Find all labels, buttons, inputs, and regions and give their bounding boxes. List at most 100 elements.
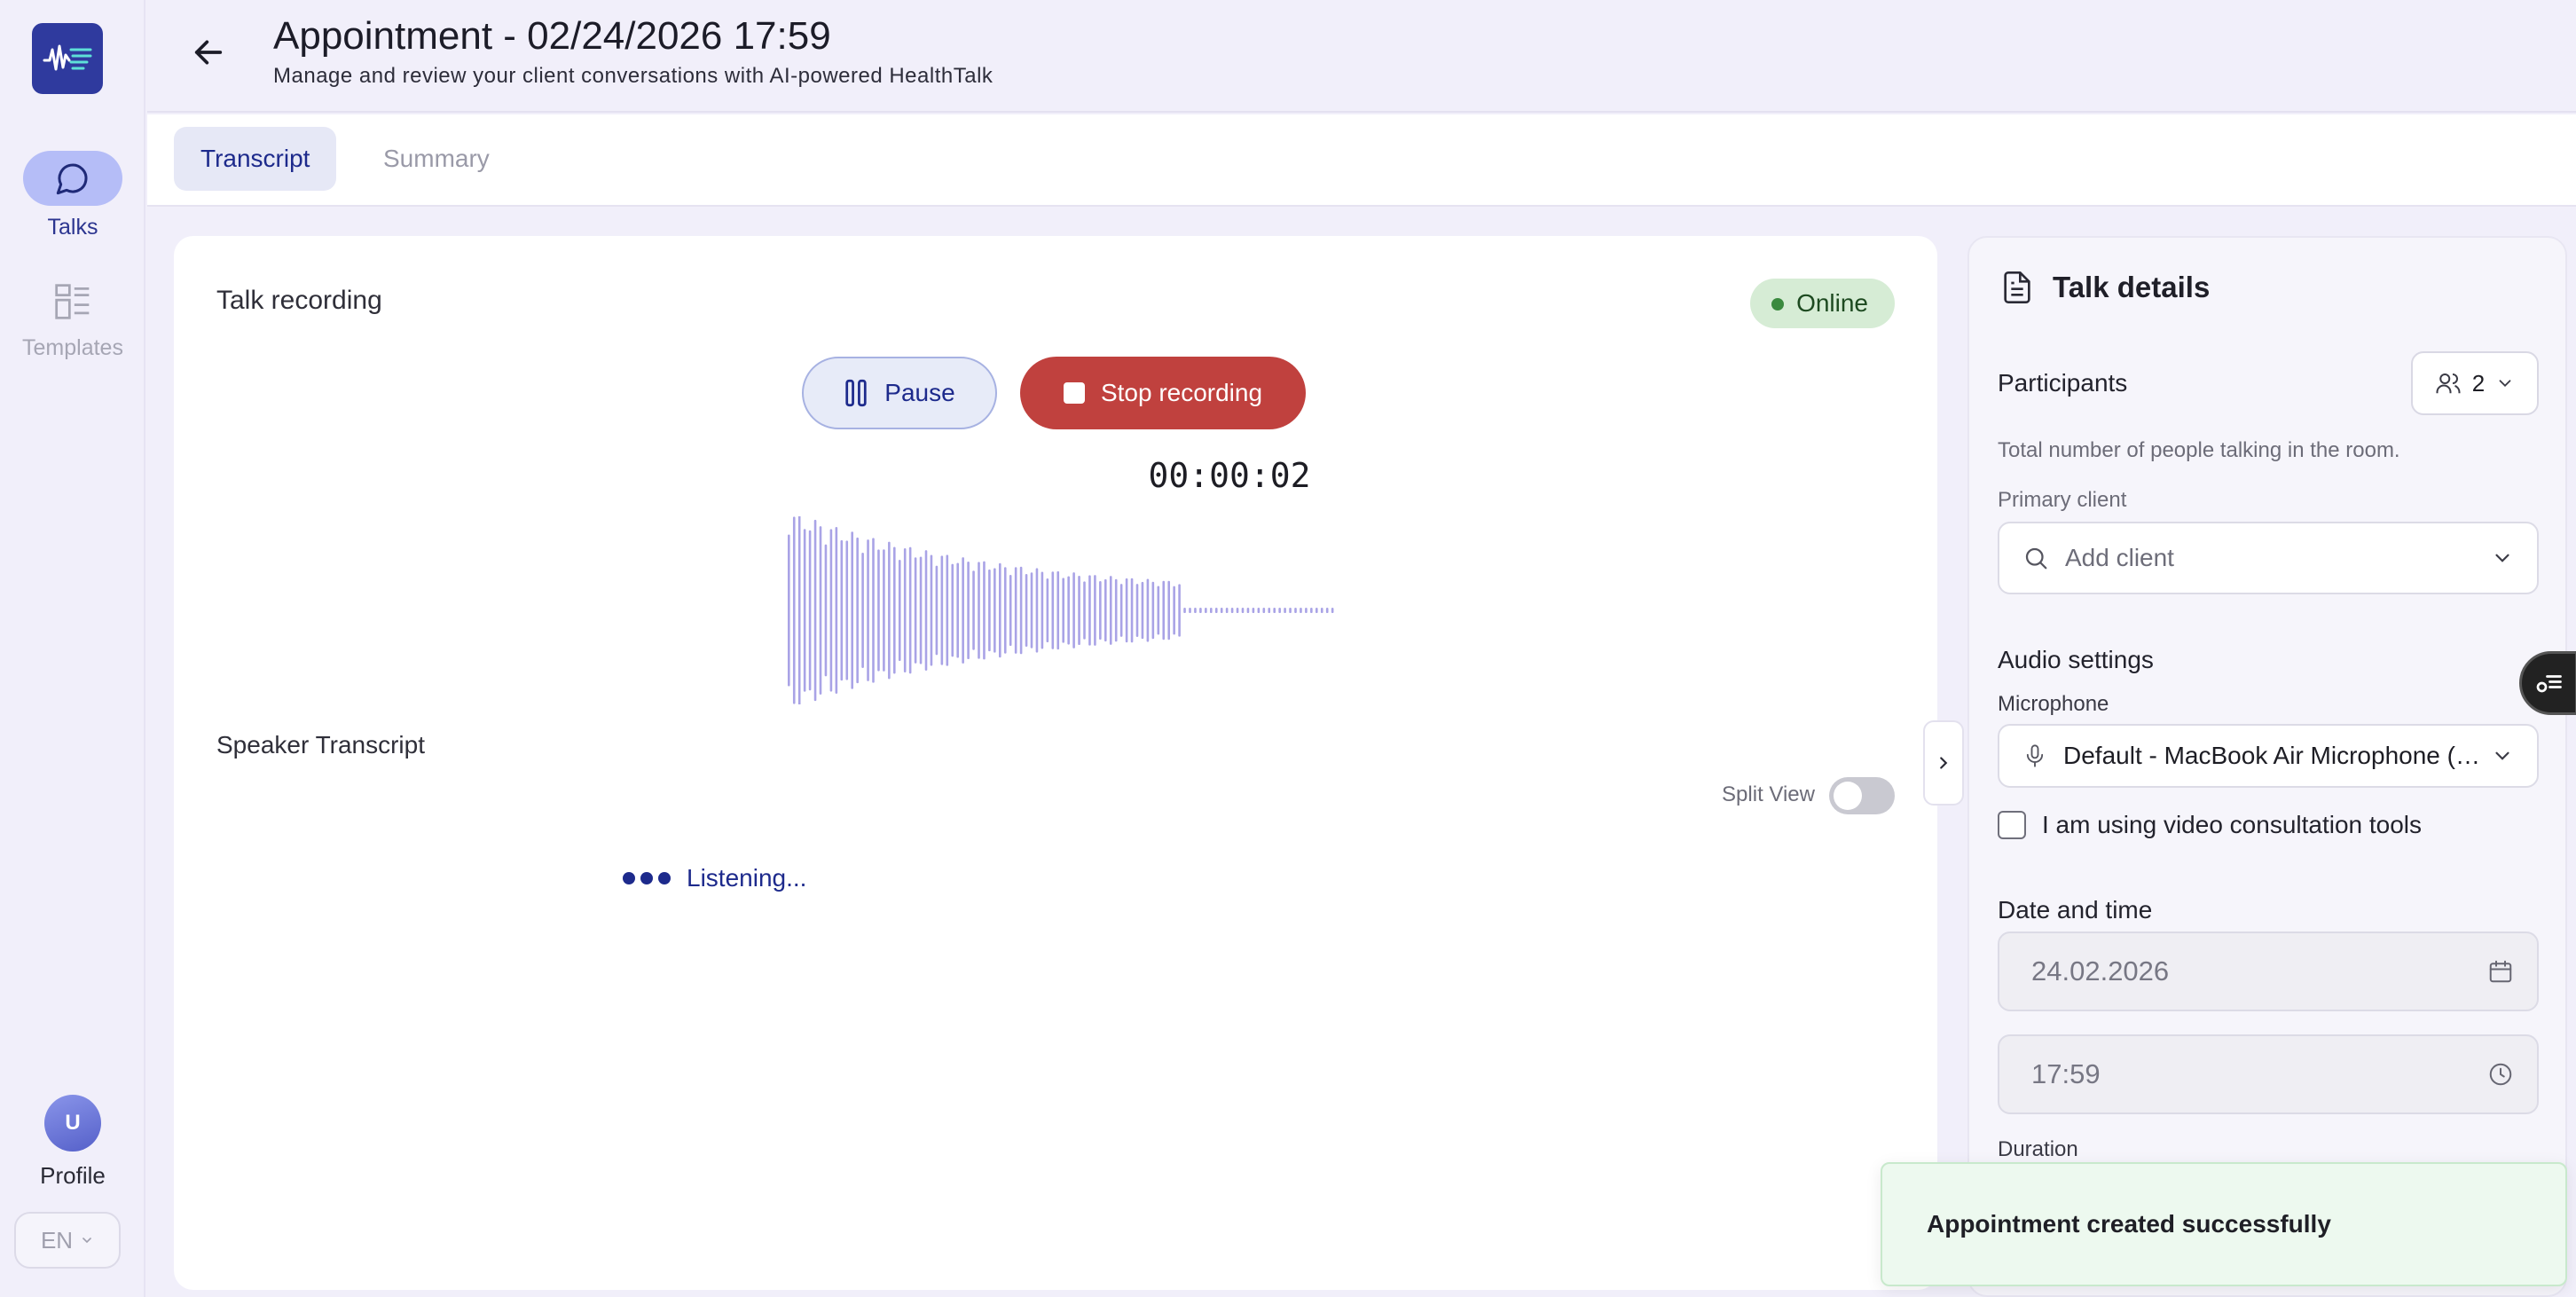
waveform-bar	[1320, 608, 1323, 613]
time-field[interactable]: 17:59	[1998, 1034, 2539, 1114]
waveform-bar	[1262, 608, 1266, 613]
waveform-bar	[829, 529, 833, 692]
microphone-icon	[2026, 744, 2044, 767]
pause-icon	[845, 379, 867, 407]
waveform-bar	[1162, 580, 1166, 641]
waveform-bar	[1210, 608, 1213, 613]
waveform-bar	[1252, 608, 1255, 613]
stop-icon	[1063, 382, 1085, 404]
waveform-bar	[835, 527, 838, 694]
pause-button[interactable]: Pause	[802, 357, 997, 429]
waveform-bar	[1130, 578, 1134, 643]
profile-link[interactable]: U Profile	[0, 1095, 145, 1190]
page-header: Appointment - 02/24/2026 17:59 Manage an…	[147, 0, 2576, 113]
waveform-bar	[1183, 608, 1186, 613]
waveform-bar	[1178, 584, 1181, 637]
primary-client-select[interactable]: Add client	[1998, 522, 2539, 594]
page-title: Appointment - 02/24/2026 17:59	[273, 14, 831, 58]
waveform-bar	[1194, 608, 1197, 613]
stop-recording-button[interactable]: Stop recording	[1020, 357, 1306, 429]
waveform-bar	[856, 537, 859, 684]
sidebar-item-label: Talks	[47, 215, 98, 240]
waveform-bar	[1046, 578, 1049, 642]
waveform-bar	[978, 562, 980, 659]
waveform-bar	[1109, 576, 1112, 645]
toast-message: Appointment created successfully	[1927, 1210, 2331, 1238]
search-icon	[2025, 547, 2047, 570]
waveform-bar	[988, 569, 991, 652]
chevron-down-icon	[82, 1238, 91, 1244]
app-logo[interactable]	[32, 23, 103, 94]
recording-card: Talk recording Online Pause Stop recordi…	[174, 236, 1937, 1290]
waveform-bar	[1257, 608, 1261, 613]
chat-bubble-icon	[56, 163, 88, 195]
tab-transcript[interactable]: Transcript	[174, 127, 337, 191]
waveform-bar	[1099, 581, 1102, 640]
waveform-bar	[1225, 608, 1229, 613]
waveform-bar	[1094, 575, 1096, 646]
pause-label: Pause	[884, 379, 955, 406]
waveform-bar	[1088, 575, 1091, 646]
waveform-bar	[1062, 578, 1064, 643]
waveform-bar	[1241, 608, 1245, 613]
waveform-bar	[893, 546, 896, 674]
waveform-bar	[1083, 581, 1086, 640]
chevron-right-icon	[1940, 757, 1948, 769]
microphone-select[interactable]: Default - MacBook Air Microphone (Built-…	[1998, 724, 2539, 788]
waveform-bar	[1157, 586, 1160, 635]
waveform-bar	[940, 555, 944, 665]
microphone-value: Default - MacBook Air Microphone (Built-…	[2063, 742, 2491, 769]
document-icon	[2004, 271, 2030, 303]
waveform-bar	[1325, 608, 1329, 613]
waveform-bar	[1173, 586, 1175, 635]
waveform-bar	[1278, 608, 1281, 613]
waveform-bar	[903, 548, 907, 672]
date-field[interactable]: 24.02.2026	[1998, 931, 2539, 1011]
waveform-bar	[1236, 608, 1239, 613]
typing-dots-icon	[623, 872, 671, 884]
waveform-bar	[1331, 608, 1334, 613]
waveform-bar	[1220, 608, 1223, 613]
details-title: Talk details	[2053, 271, 2211, 303]
waveform-bar	[1014, 567, 1017, 654]
waveform-bar	[1003, 567, 1007, 654]
users-icon	[2436, 373, 2461, 394]
back-button[interactable]	[188, 32, 229, 73]
waveform-bar	[861, 553, 864, 668]
floating-tools-button[interactable]	[2519, 651, 2576, 715]
waveform-bar	[819, 526, 822, 695]
waveform-bar	[1078, 575, 1080, 646]
primary-client-label: Primary client	[1998, 488, 2127, 512]
waveform-bar	[1151, 581, 1155, 640]
talk-details-panel: Talk details Participants 2 Total number…	[1967, 236, 2567, 1297]
waveform-bar	[1167, 580, 1170, 641]
waveform-bar	[908, 546, 912, 674]
waveform-bar	[867, 539, 869, 681]
date-value: 24.02.2026	[2031, 955, 2170, 987]
split-view-toggle[interactable]	[1829, 777, 1895, 814]
waveform-bar	[1067, 576, 1070, 645]
waveform-bar	[1019, 566, 1023, 655]
waveform-bar	[797, 516, 801, 704]
waveform-bar	[840, 539, 844, 681]
listening-label: Listening...	[687, 864, 807, 892]
participants-select[interactable]: 2	[2411, 351, 2539, 415]
tab-summary[interactable]: Summary	[357, 127, 516, 191]
language-value: EN	[40, 1226, 74, 1254]
split-view-label: Split View	[1722, 782, 1815, 806]
microphone-label: Microphone	[1998, 692, 2109, 716]
waveform-bar	[956, 562, 959, 658]
waveform-bar	[813, 519, 817, 702]
participants-label: Participants	[1998, 369, 2128, 397]
avatar: U	[44, 1095, 101, 1152]
waveform-bar	[1289, 608, 1292, 613]
sidebar-item-templates[interactable]: Templates	[0, 277, 145, 361]
language-select[interactable]: EN	[14, 1212, 121, 1269]
sidebar-item-talks[interactable]: Talks	[0, 151, 145, 240]
waveform-bar	[1072, 572, 1075, 648]
time-value: 17:59	[2031, 1058, 2101, 1089]
video-tools-checkbox[interactable]	[1998, 811, 2026, 839]
collapse-panel-button[interactable]	[1923, 720, 1964, 806]
waveform-bar	[1199, 608, 1202, 613]
waveform-bar	[1114, 578, 1118, 642]
